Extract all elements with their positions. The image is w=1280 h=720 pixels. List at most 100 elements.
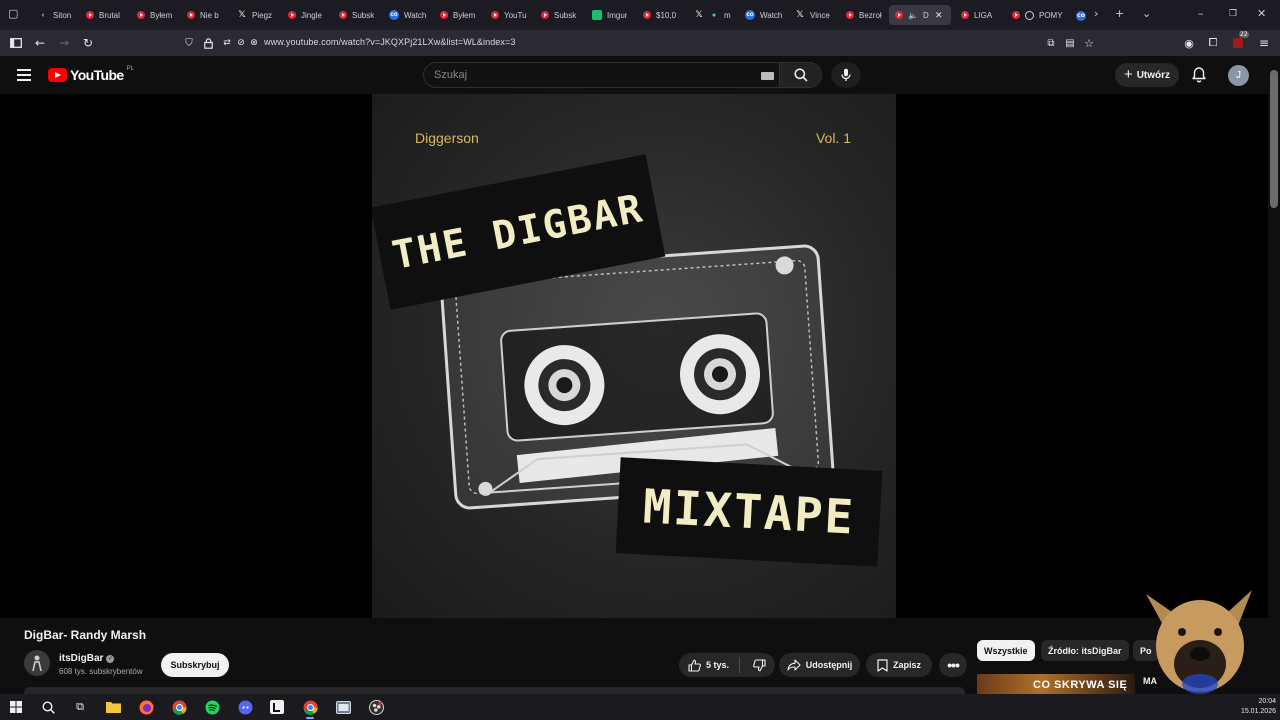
browser-tab-strip: ▢ ‹ Siton Brutal Byłem Nie b 𝕏 Piegz Jingl… <box>0 0 1280 30</box>
chrome-icon[interactable] <box>170 698 188 716</box>
artwork-title-bottom: MIXTAPE <box>615 457 883 567</box>
back-arrow-icon[interactable]: ← <box>32 35 48 51</box>
chip-source[interactable]: Źródło: itsDigBar <box>1041 640 1129 661</box>
file-explorer-icon[interactable] <box>104 698 122 716</box>
description-box[interactable] <box>24 687 965 694</box>
account-avatar[interactable]: J <box>1228 65 1249 86</box>
tab-item[interactable]: Jingle <box>282 5 328 25</box>
tab-item[interactable]: 𝕏 Piegz <box>231 5 278 25</box>
menu-icon[interactable]: ≡ <box>1256 35 1272 51</box>
tab-item[interactable]: Nie b <box>181 5 225 25</box>
list-all-tabs-icon[interactable]: ⌄ <box>1142 8 1151 20</box>
tab-item[interactable]: Brutal <box>80 5 126 25</box>
dislike-button[interactable] <box>745 658 766 672</box>
youtube-icon <box>895 11 903 19</box>
discord-icon[interactable] <box>236 698 254 716</box>
recommended-video-thumbnail[interactable]: CO SKRYWA SIĘ <box>977 674 1135 694</box>
shield-icon[interactable]: ⛉ <box>181 35 197 51</box>
minimize-icon[interactable]: – <box>1198 8 1204 20</box>
forward-arrow-icon[interactable]: → <box>56 35 72 51</box>
extensions-puzzle-icon[interactable]: ⧠ <box>1205 35 1221 51</box>
create-button[interactable]: + Utwórz <box>1115 63 1179 87</box>
channel-name[interactable]: itsDigBar ✓ <box>59 653 115 664</box>
taskbar-clock[interactable]: 20:04 15.01.2026 <box>1234 697 1276 717</box>
tab-item[interactable]: 𝕏 ● m <box>688 5 737 25</box>
search-input[interactable] <box>434 63 754 87</box>
restore-icon[interactable]: ❐ <box>1229 8 1237 20</box>
youtube-icon <box>846 11 854 19</box>
picture-in-picture-icon[interactable]: ⧉ <box>1043 35 1059 51</box>
video-player[interactable]: Diggerson Vol. 1 THE DIGBAR MIXTAPE <box>0 94 1268 618</box>
reader-view-icon[interactable]: ▤ <box>1062 35 1078 51</box>
capcut-icon[interactable] <box>268 698 286 716</box>
save-button[interactable]: Zapisz <box>866 653 932 677</box>
tab-item[interactable]: Byłem <box>434 5 481 25</box>
app-window-icon[interactable] <box>334 698 352 716</box>
channel-avatar[interactable] <box>24 650 50 676</box>
tab-item[interactable]: co Watch <box>383 5 432 25</box>
page-scrollbar[interactable] <box>1268 56 1280 694</box>
scroll-tabs-right-icon[interactable]: › <box>1094 8 1098 20</box>
extension-icon: co <box>745 10 755 20</box>
tab-item[interactable]: Subsk <box>333 5 380 25</box>
chip-all[interactable]: Wszystkie <box>977 640 1035 661</box>
task-view-icon[interactable]: ⧉ <box>71 698 89 716</box>
tab-item[interactable]: Bezroł <box>840 5 888 25</box>
tab-item[interactable]: POMY <box>1006 5 1069 25</box>
tab-item[interactable]: Byłem <box>131 5 178 25</box>
tab-item[interactable]: YouTu <box>485 5 533 25</box>
new-tab-icon[interactable]: + <box>1115 8 1124 20</box>
play-circle-icon <box>1025 10 1034 20</box>
more-actions-button[interactable]: ••• <box>939 653 967 677</box>
youtube-icon <box>491 11 499 19</box>
artwork-volume: Vol. 1 <box>815 130 851 146</box>
youtube-logo[interactable]: YouTube PL <box>48 66 134 83</box>
search-box <box>423 62 780 88</box>
tab-item-active[interactable]: 🔈 D ✕ <box>889 5 951 25</box>
subscribe-button[interactable]: Subskrybuj <box>161 653 229 677</box>
scrollbar-thumb[interactable] <box>1270 70 1278 208</box>
verified-icon: ✓ <box>106 654 115 663</box>
back-chevron-icon: ‹ <box>41 11 45 19</box>
tab-item[interactable]: Subsk <box>535 5 582 25</box>
browser-navigation-bar: ← → ↻ ⛉ ⇄ ⊘ ⊗ www.youtube.com/watch?v=JK… <box>0 30 1280 56</box>
tab-item[interactable]: LIGA <box>955 5 998 25</box>
tab-item[interactable]: co Watch <box>739 5 788 25</box>
taskbar-search-icon[interactable] <box>39 698 57 716</box>
youtube-icon <box>86 11 94 19</box>
extension-tab-icon[interactable]: co <box>1076 8 1086 21</box>
tab-item[interactable]: Imgur <box>586 5 633 25</box>
figure-icon <box>32 655 42 672</box>
like-button[interactable]: 5 tys. <box>688 657 740 673</box>
notifications-bell-icon[interactable] <box>1191 66 1207 84</box>
tab-item[interactable]: 𝕏 Vince <box>789 5 836 25</box>
lock-icon[interactable] <box>200 35 216 51</box>
search-button[interactable] <box>780 62 822 88</box>
tab-overview-icon[interactable]: ▢ <box>8 8 18 20</box>
autoplay-blocked-icon[interactable]: ⊗ <box>246 35 262 51</box>
voice-search-button[interactable] <box>831 62 861 88</box>
tab-item[interactable]: $10,0 <box>637 5 682 25</box>
ublock-icon[interactable]: 22 <box>1230 31 1249 51</box>
account-icon[interactable]: ◉ <box>1181 35 1197 51</box>
extension-icon: co <box>389 10 399 20</box>
close-tab-icon[interactable]: ✕ <box>934 10 944 20</box>
close-window-icon[interactable]: ✕ <box>1257 8 1266 20</box>
search-icon <box>793 68 808 82</box>
obs-icon[interactable] <box>367 698 385 716</box>
chrome-active-icon[interactable] <box>301 698 319 719</box>
keyboard-icon[interactable] <box>761 72 774 80</box>
guide-menu-icon[interactable] <box>17 69 31 81</box>
album-artwork: Diggerson Vol. 1 THE DIGBAR MIXTAPE <box>372 94 896 618</box>
share-button[interactable]: Udostępnij <box>779 653 860 677</box>
x-icon: 𝕏 <box>796 10 804 20</box>
spotify-icon[interactable] <box>203 698 221 716</box>
url-field[interactable]: www.youtube.com/watch?v=JKQXPj21LXw&list… <box>264 37 515 47</box>
tab-item[interactable]: ‹ Siton <box>32 5 77 25</box>
start-windows-icon[interactable] <box>7 698 25 716</box>
bookmark-star-icon[interactable]: ☆ <box>1081 35 1097 51</box>
reload-icon[interactable]: ↻ <box>80 35 96 51</box>
speaker-icon[interactable]: 🔈 <box>908 10 918 20</box>
firefox-icon[interactable] <box>137 698 155 716</box>
sidebar-toggle-icon[interactable] <box>8 35 24 51</box>
